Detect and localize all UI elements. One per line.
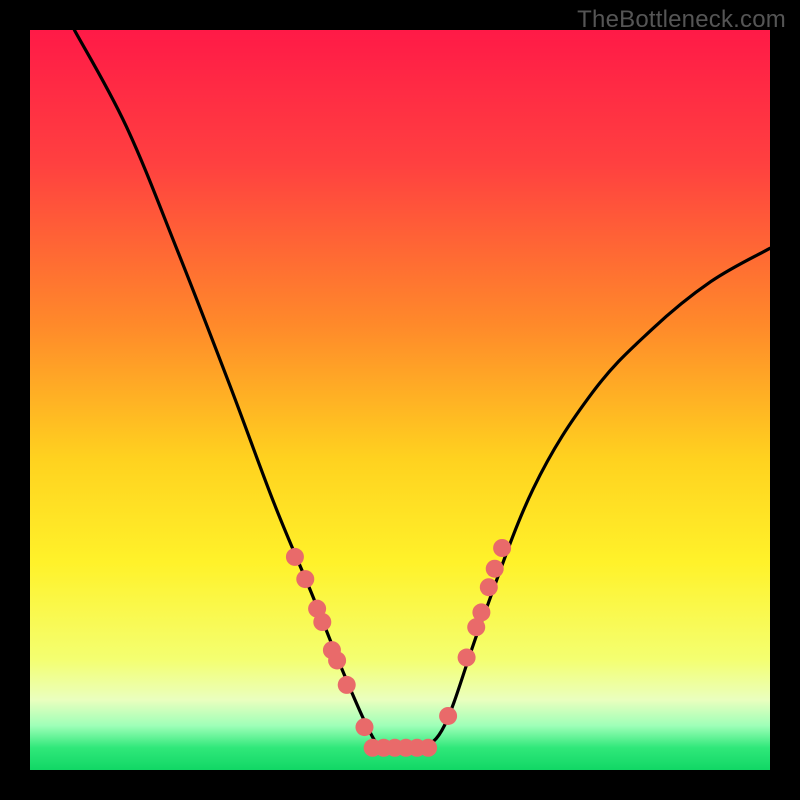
curve-marker: [355, 718, 373, 736]
bottleneck-chart: [0, 0, 800, 800]
curve-marker: [338, 676, 356, 694]
curve-marker: [439, 707, 457, 725]
curve-marker: [458, 649, 476, 667]
curve-marker: [313, 613, 331, 631]
curve-marker: [472, 603, 490, 621]
curve-marker: [419, 739, 437, 757]
curve-marker: [480, 578, 498, 596]
plot-background: [30, 30, 770, 770]
curve-marker: [328, 651, 346, 669]
curve-marker: [286, 548, 304, 566]
curve-marker: [296, 570, 314, 588]
curve-marker: [493, 539, 511, 557]
curve-marker: [486, 560, 504, 578]
watermark-text: TheBottleneck.com: [577, 6, 786, 34]
chart-frame: { "watermark": "TheBottleneck.com", "plo…: [0, 0, 800, 800]
